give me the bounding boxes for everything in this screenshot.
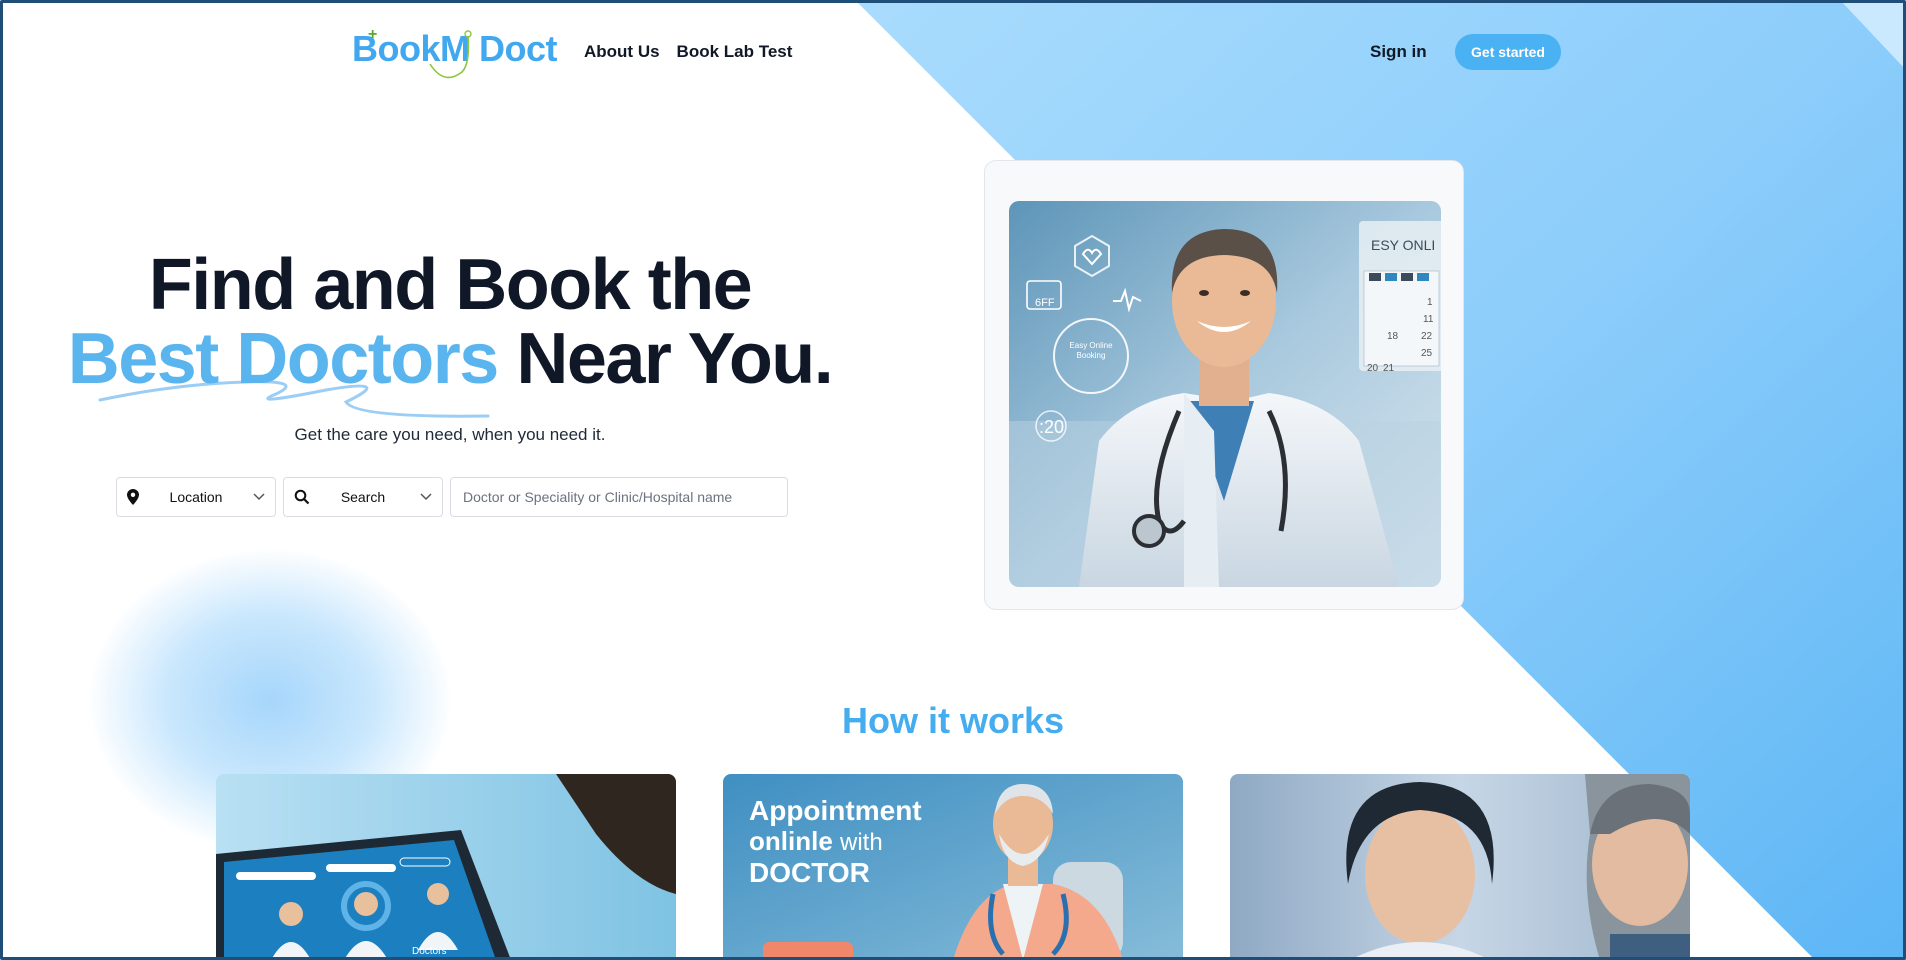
stethoscope-logo-icon xyxy=(429,30,472,79)
nav-about-us[interactable]: About Us xyxy=(584,42,660,62)
logo-plus-icon: + xyxy=(368,26,378,43)
how-card-search: Doctors xyxy=(216,774,676,960)
hud-calendar-header: ESY ONLI xyxy=(1371,237,1436,253)
appointment-line2b: with xyxy=(840,829,883,856)
hud-calendar-day: 11 xyxy=(1423,314,1434,325)
location-label: Location xyxy=(169,489,223,505)
how-card-consult xyxy=(1230,774,1690,960)
appointment-line1: Appointment xyxy=(749,795,922,826)
hud-calendar-day: 1 xyxy=(1427,297,1433,308)
hud-calendar-day: 18 xyxy=(1387,331,1399,342)
laptop-doctors-image xyxy=(216,774,676,960)
top-navbar: BookM Doct + About Us Book Lab Test Sign… xyxy=(0,0,1906,100)
doctor-illustration xyxy=(1009,201,1441,587)
hud-time: :20 xyxy=(1039,417,1065,437)
hud-calendar-day: 21 xyxy=(1383,363,1395,374)
location-select[interactable]: Location xyxy=(116,477,276,517)
hud-calendar-day: 22 xyxy=(1421,331,1433,342)
hud-date-icon: 6FF xyxy=(1035,297,1055,309)
hud-calendar-day: 25 xyxy=(1421,348,1433,359)
appointment-line2: onlinle with xyxy=(749,826,922,858)
nav-book-lab-test[interactable]: Book Lab Test xyxy=(677,42,793,62)
main-nav: About Us Book Lab Test xyxy=(584,42,792,62)
hero-title-line2: Near You. xyxy=(497,319,833,399)
search-type-select[interactable]: Search xyxy=(283,477,443,517)
chevron-down-icon xyxy=(253,493,265,501)
hero-title: Find and Book the Best Doctors Near You. xyxy=(60,248,840,396)
chevron-down-icon xyxy=(420,493,432,501)
consultation-image xyxy=(1230,774,1690,960)
hero-title-line1: Find and Book the xyxy=(148,245,753,325)
appointment-banner-text: Appointment onlinle with DOCTOR xyxy=(749,796,922,888)
sign-in-link[interactable]: Sign in xyxy=(1370,42,1427,62)
hero-image-card: ESY ONLI 6FF Easy Online Booking :20 1 1… xyxy=(984,160,1464,610)
logo[interactable]: BookM Doct + xyxy=(352,24,558,80)
appointment-line3: DOCTOR xyxy=(749,857,870,888)
hud-calendar-day: 20 xyxy=(1367,363,1379,374)
hero-subtitle: Get the care you need, when you need it. xyxy=(294,425,606,444)
get-started-button[interactable]: Get started xyxy=(1455,34,1561,70)
doctor-search-input[interactable] xyxy=(450,477,788,517)
how-it-works-title: How it works xyxy=(841,700,1065,741)
doctor-hero-image: ESY ONLI 6FF Easy Online Booking :20 1 1… xyxy=(1009,201,1441,587)
appointment-line2a: onlinle xyxy=(749,826,833,856)
card-search-label: Doctors xyxy=(412,946,447,957)
search-label: Search xyxy=(340,489,386,505)
how-card-appointment: Appointment onlinle with DOCTOR xyxy=(723,774,1183,960)
hero-title-accent: Best Doctors xyxy=(67,319,500,399)
hud-clock-text: Easy Online Booking xyxy=(1069,341,1113,360)
